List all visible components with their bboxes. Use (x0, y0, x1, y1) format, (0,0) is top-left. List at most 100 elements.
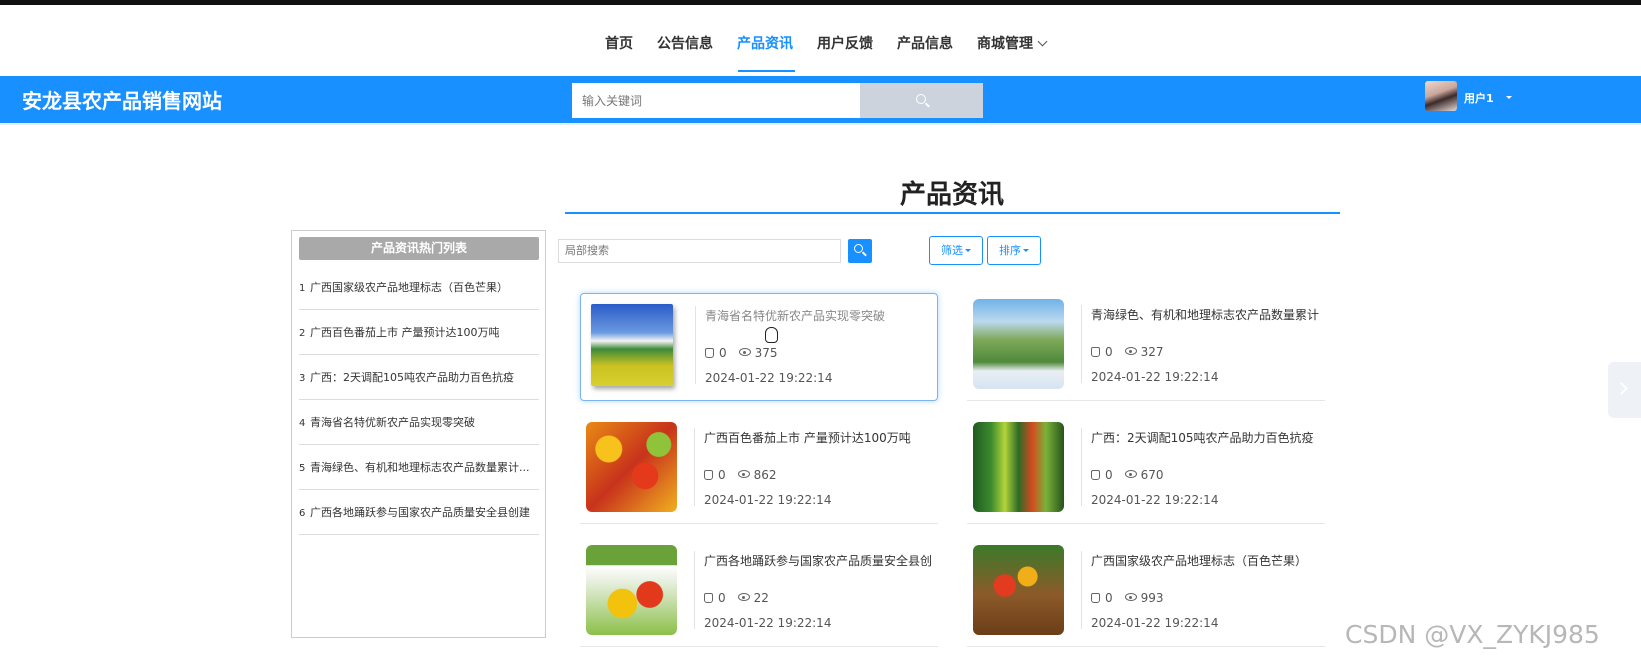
caret-down-icon (965, 249, 971, 252)
eye-icon (737, 593, 750, 601)
view-count: 862 (753, 468, 777, 482)
news-card[interactable]: 广西各地踊跃参与国家农产品质量安全县创 0 22 2024-01-22 19:22… (580, 539, 938, 647)
card-divider (694, 551, 695, 629)
hot-list-label: 广西国家级农产品地理标志（百色芒果） (310, 281, 508, 294)
sort-button[interactable]: 排序 (987, 236, 1041, 265)
hot-list-item[interactable]: 2 广西百色番茄上市 产量预计达100万吨 (299, 311, 539, 355)
view-count: 327 (1140, 345, 1164, 359)
news-stats: 0 22 (704, 591, 769, 605)
user-name[interactable]: 用户1 (1464, 90, 1494, 106)
news-date: 2024-01-22 19:22:14 (1091, 616, 1219, 630)
thumbs-up-icon (705, 348, 714, 358)
like-count: 0 (1105, 345, 1113, 359)
nav-item-products[interactable]: 产品信息 (897, 33, 953, 53)
news-title[interactable]: 广西国家级农产品地理标志（百色芒果） (1091, 552, 1323, 569)
search-input[interactable] (572, 83, 860, 118)
news-card[interactable]: 广西百色番茄上市 产量预计达100万吨 0 862 2024-01-22 19:2… (580, 416, 938, 524)
news-card[interactable]: 广西：2天调配105吨农产品助力百色抗疫 0 670 2024-01-22 19:… (967, 416, 1325, 524)
hot-list-label: 广西各地踊跃参与国家农产品质量安全县创建 (310, 506, 530, 519)
hot-list-number: 6 (299, 508, 306, 519)
nav-item-feedback[interactable]: 用户反馈 (817, 33, 873, 53)
eye-icon (1124, 593, 1137, 601)
chevron-down-icon (1037, 36, 1048, 47)
thumbs-up-icon (704, 470, 713, 480)
news-title[interactable]: 青海绿色、有机和地理标志农产品数量累计 (1091, 306, 1323, 323)
eye-icon (1124, 347, 1137, 355)
view-count: 375 (754, 346, 778, 360)
search-button[interactable] (860, 83, 983, 118)
eye-icon (1124, 470, 1137, 478)
hand-cursor-icon (765, 327, 778, 343)
local-search-button[interactable] (848, 239, 872, 263)
hot-list-item[interactable]: 3 广西：2天调配105吨农产品助力百色抗疫 (299, 356, 539, 400)
caret-down-icon[interactable] (1506, 96, 1512, 99)
news-date: 2024-01-22 19:22:14 (1091, 370, 1219, 384)
title-divider (565, 212, 1340, 214)
news-title[interactable]: 广西各地踊跃参与国家农产品质量安全县创 (704, 552, 936, 569)
news-thumbnail[interactable] (586, 422, 677, 512)
nav-active-underline (738, 70, 795, 72)
news-title[interactable]: 青海省名特优新农产品实现零突破 (705, 307, 937, 324)
like-count: 0 (1105, 468, 1113, 482)
caret-down-icon (1023, 249, 1029, 252)
hot-list-label: 青海绿色、有机和地理标志农产品数量累计... (310, 461, 530, 474)
news-thumbnail[interactable] (973, 299, 1064, 389)
hot-list-number: 5 (299, 463, 306, 474)
news-date: 2024-01-22 19:22:14 (704, 493, 832, 507)
page-title: 产品资讯 (900, 180, 1005, 210)
hot-list-item[interactable]: 6 广西各地踊跃参与国家农产品质量安全县创建 (299, 491, 539, 535)
chevron-right-icon (1615, 382, 1628, 395)
search-icon (916, 94, 926, 104)
filter-label: 筛选 (941, 244, 963, 257)
eye-icon (738, 348, 751, 356)
news-stats: 0 327 (1091, 345, 1164, 359)
hot-list-item[interactable]: 4 青海省名特优新农产品实现零突破 (299, 401, 539, 445)
card-divider (694, 428, 695, 506)
news-date: 2024-01-22 19:22:14 (704, 616, 832, 630)
thumbs-up-icon (704, 593, 713, 603)
like-count: 0 (719, 346, 727, 360)
card-divider (1081, 428, 1082, 506)
news-card[interactable]: 广西国家级农产品地理标志（百色芒果） 0 993 2024-01-22 19:22… (967, 539, 1325, 647)
news-title[interactable]: 广西百色番茄上市 产量预计达100万吨 (704, 429, 936, 446)
news-stats: 0 993 (1091, 591, 1164, 605)
news-card[interactable]: 青海绿色、有机和地理标志农产品数量累计 0 327 2024-01-22 19:2… (967, 293, 1325, 401)
hot-list-number: 1 (299, 283, 306, 294)
eye-icon (737, 470, 750, 478)
news-thumbnail[interactable] (973, 545, 1064, 635)
hot-list-label: 广西百色番茄上市 产量预计达100万吨 (310, 326, 500, 339)
nav-item-home[interactable]: 首页 (605, 33, 633, 53)
nav-item-mall-management[interactable]: 商城管理 (977, 33, 1048, 53)
search-icon (854, 244, 863, 253)
avatar[interactable] (1425, 81, 1457, 111)
news-card[interactable]: 青海省名特优新农产品实现零突破 0 375 2024-01-22 19:22:14 (580, 293, 938, 401)
local-search-input[interactable] (558, 239, 841, 263)
card-divider (1081, 551, 1082, 629)
thumbs-up-icon (1091, 347, 1100, 357)
sort-label: 排序 (999, 244, 1021, 257)
hot-list-label: 广西：2天调配105吨农产品助力百色抗疫 (310, 371, 514, 384)
hot-list-item[interactable]: 1 广西国家级农产品地理标志（百色芒果） (299, 266, 539, 310)
news-stats: 0 375 (705, 346, 778, 360)
watermark: CSDN @VX_ZYKJ985 (1345, 620, 1600, 649)
header-shadow (0, 123, 1641, 125)
news-stats: 0 862 (704, 468, 777, 482)
hot-list-number: 4 (299, 418, 306, 429)
side-drawer-toggle[interactable] (1608, 362, 1641, 418)
news-title[interactable]: 广西：2天调配105吨农产品助力百色抗疫 (1091, 429, 1323, 446)
top-nav: 首页 公告信息 产品资讯 用户反馈 产品信息 商城管理 (0, 5, 1641, 75)
hot-list-number: 3 (299, 373, 306, 384)
hot-list-sidebar: 产品资讯热门列表 1 广西国家级农产品地理标志（百色芒果） 2 广西百色番茄上市 产… (291, 230, 546, 638)
news-thumbnail[interactable] (586, 545, 677, 635)
site-title: 安龙县农产品销售网站 (22, 89, 222, 113)
view-count: 993 (1140, 591, 1164, 605)
nav-item-announcements[interactable]: 公告信息 (657, 33, 713, 53)
like-count: 0 (1105, 591, 1113, 605)
nav-item-product-news[interactable]: 产品资讯 (737, 33, 793, 53)
view-count: 22 (753, 591, 769, 605)
like-count: 0 (718, 591, 726, 605)
hot-list-item[interactable]: 5 青海绿色、有机和地理标志农产品数量累计... (299, 446, 539, 490)
news-thumbnail[interactable] (973, 422, 1064, 512)
news-thumbnail[interactable] (591, 304, 673, 386)
filter-button[interactable]: 筛选 (929, 236, 983, 265)
